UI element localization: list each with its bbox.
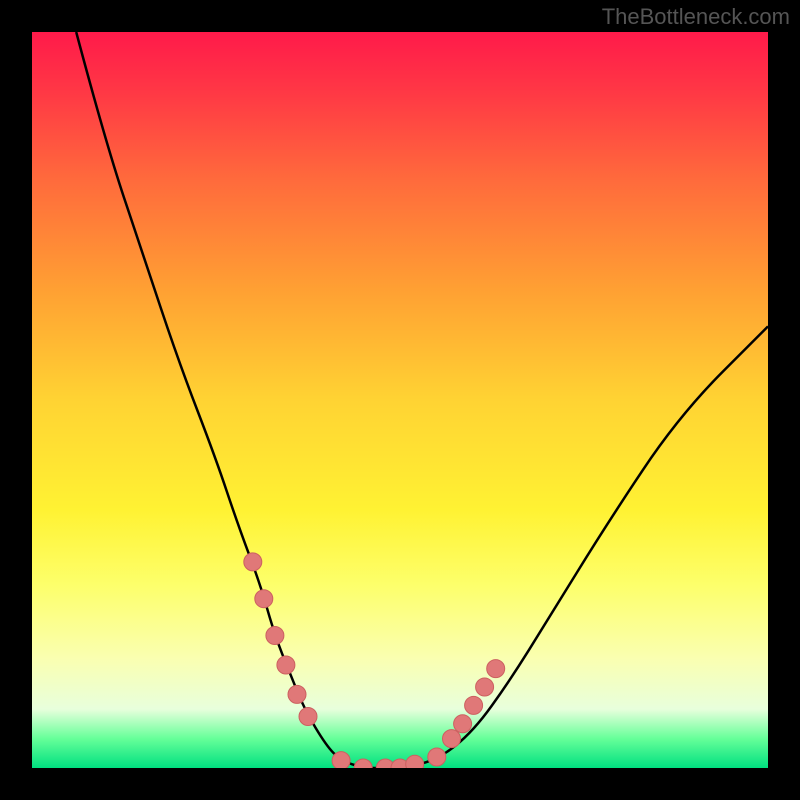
chart-frame: TheBottleneck.com — [0, 0, 800, 800]
highlight-marker — [465, 696, 483, 714]
highlight-marker — [428, 748, 446, 766]
highlight-marker — [454, 715, 472, 733]
highlight-marker — [266, 627, 284, 645]
highlight-marker — [476, 678, 494, 696]
bottleneck-curve — [76, 32, 768, 768]
highlight-marker — [487, 660, 505, 678]
highlight-marker — [443, 730, 461, 748]
highlight-marker — [255, 590, 273, 608]
highlight-marker — [406, 755, 424, 768]
highlight-marker — [277, 656, 295, 674]
plot-area — [32, 32, 768, 768]
highlight-marker — [288, 685, 306, 703]
watermark-text: TheBottleneck.com — [602, 4, 790, 30]
curve-path-group — [76, 32, 768, 768]
highlight-marker — [332, 752, 350, 768]
highlight-marker — [244, 553, 262, 571]
curve-svg — [32, 32, 768, 768]
highlight-marker — [299, 708, 317, 726]
highlight-marker — [354, 759, 372, 768]
